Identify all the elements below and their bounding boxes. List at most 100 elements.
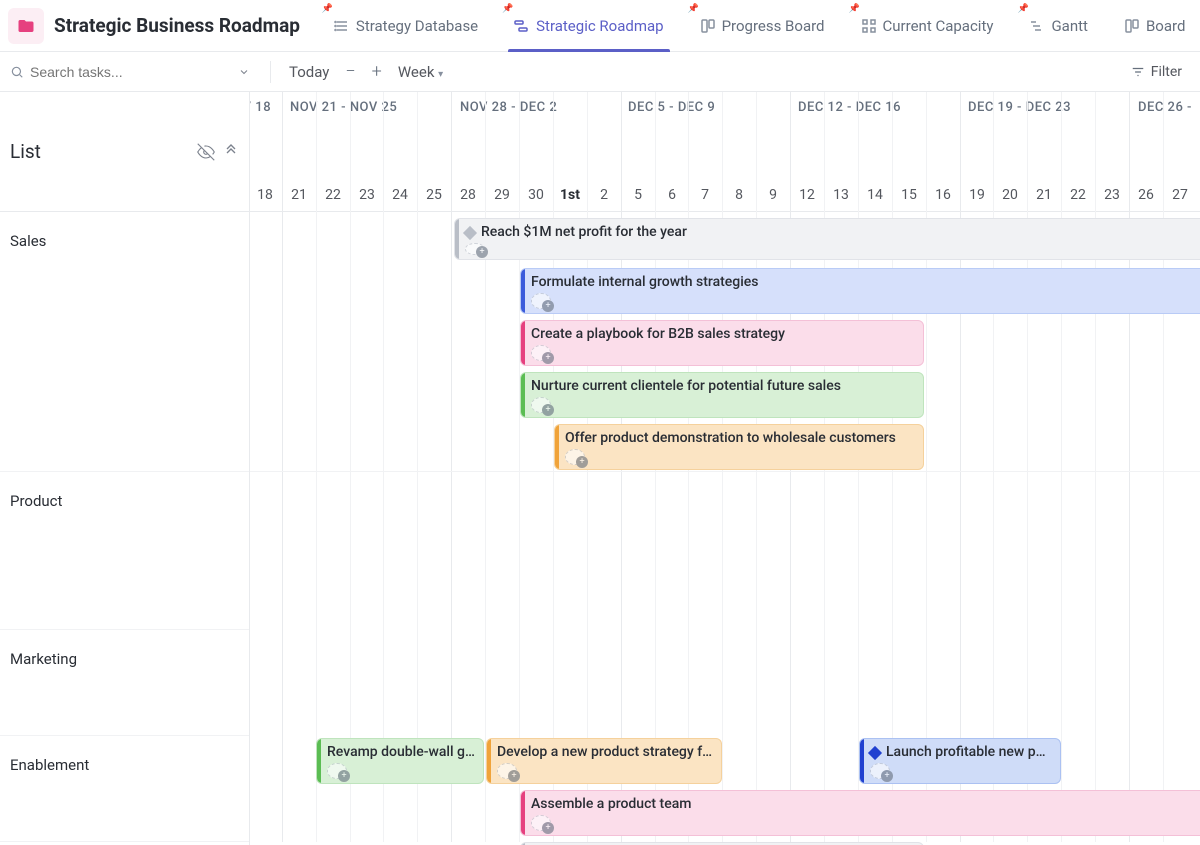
assignee-add-icon[interactable] [870,763,890,779]
zoom-in-button[interactable]: + [364,57,390,86]
day-label: 20 [1002,187,1018,203]
group-label[interactable]: Product [0,472,249,630]
tab-label: Progress Board [722,17,825,35]
day-label: 15 [901,187,917,203]
sidebar-header: List [0,92,249,212]
tab-label: Strategic Roadmap [536,17,663,35]
week-label: NOV 28 - DEC 2 [460,100,557,115]
tab-strategic-roadmap[interactable]: 📌 Strategic Roadmap [500,0,677,52]
assignee-add-icon[interactable] [531,815,551,831]
assignee-add-icon[interactable] [497,763,517,779]
day-label: 30 [528,187,544,203]
week-label: NOV 21 - NOV 25 [290,100,397,115]
week-label: / 18 [250,100,271,115]
filter-button[interactable]: Filter [1127,60,1190,84]
timeline-sidebar: List SalesProductMarketingEnablement [0,92,250,845]
collapse-icon[interactable] [223,143,239,161]
tab-label: Gantt [1051,17,1087,35]
pin-icon: 📌 [322,4,333,14]
today-button[interactable]: Today [281,59,337,85]
search-box[interactable] [10,64,260,80]
timeline-icon [514,18,530,34]
day-label: 6 [668,187,676,203]
task-bar[interactable]: Reach $1M net profit for the year [454,218,1200,260]
task-label: Formulate internal growth strategies [531,273,759,291]
task-bar[interactable]: Nurture current clientele for potential … [520,372,924,418]
day-label: 27 [1172,187,1188,203]
milestone-icon [868,746,882,760]
task-bar[interactable]: Offer product demonstration to wholesale… [554,424,924,470]
tab-progress-board[interactable]: 📌 Progress Board [686,0,839,52]
task-label: Nurture current clientele for potential … [531,377,841,395]
list-title: List [10,140,41,163]
tab-label: Board [1146,17,1185,35]
pin-icon: 📌 [1017,4,1028,14]
hide-icon[interactable] [197,143,215,161]
task-label: Revamp double-wall gl… [327,743,475,761]
task-bar[interactable]: Assemble a product team [520,790,1200,836]
tab-gantt[interactable]: 📌 Gantt [1015,0,1101,52]
assignee-add-icon[interactable] [531,397,551,413]
day-label: 21 [1036,187,1052,203]
list-icon [334,18,350,34]
zoom-out-button[interactable]: − [337,57,363,86]
tab-strategy-database[interactable]: 📌 Strategy Database [320,0,492,52]
day-label: 14 [867,187,883,203]
week-label: DEC 5 - DEC 9 [628,100,715,115]
tab-board[interactable]: Board [1110,0,1199,52]
milestone-icon [463,226,477,240]
search-icon [10,65,24,79]
assignee-add-icon[interactable] [531,293,551,309]
task-label: Offer product demonstration to wholesale… [565,429,896,447]
group-row: Reach $1M net profit for the year Formula… [250,212,1200,472]
day-label: 19 [969,187,985,203]
tab-label: Strategy Database [356,17,478,35]
assignee-add-icon[interactable] [565,449,585,465]
day-label: 2 [600,187,608,203]
task-bar[interactable]: Launch profitable new p… [859,738,1061,784]
view-tabs: 📌 Strategy Database 📌 Strategic Roadmap … [316,0,1200,52]
week-label: DEC 26 - [1138,100,1192,115]
day-label: 28 [460,187,476,203]
assignee-add-icon[interactable] [531,345,551,361]
day-label: 12 [799,187,815,203]
assignee-add-icon[interactable] [465,243,485,255]
group-label[interactable]: Sales [0,212,249,472]
day-label: 13 [833,187,849,203]
day-label: 22 [1070,187,1086,203]
task-bar[interactable]: Develop a new product strategy f… [486,738,722,784]
day-label: 22 [325,187,341,203]
day-label: 1st [560,187,580,203]
week-dropdown[interactable]: Week ▾ [390,59,451,85]
toolbar: Today − + Week ▾ Filter [0,52,1200,92]
week-label: DEC 19 - DEC 23 [968,100,1071,115]
task-bar[interactable]: Formulate internal growth strategies [520,268,1200,314]
folder-icon[interactable] [8,8,44,44]
group-label[interactable]: Marketing [0,630,249,736]
day-label: 16 [935,187,951,203]
search-input[interactable] [30,64,232,80]
tab-current-capacity[interactable]: 📌 Current Capacity [847,0,1008,52]
timeline-header: / 18 NOV 21 - NOV 25 NOV 28 - DEC 2 DEC 5 -… [250,92,1200,212]
header-bar: Strategic Business Roadmap 📌 Strategy Da… [0,0,1200,52]
day-label: 7 [701,187,709,203]
chevron-down-icon[interactable] [238,66,250,78]
timeline: List SalesProductMarketingEnablement / 1… [0,92,1200,845]
pin-icon: 📌 [849,4,860,14]
day-label: 23 [359,187,375,203]
day-label: 25 [426,187,442,203]
task-label: Create a playbook for B2B sales strategy [531,325,785,343]
task-label: Reach $1M net profit for the year [481,223,687,241]
assignee-add-icon[interactable] [327,763,347,779]
board-icon [1124,18,1140,34]
task-label: Develop a new product strategy f… [497,743,712,761]
gantt-icon [1029,18,1045,34]
task-bar[interactable]: Revamp double-wall gl… [316,738,484,784]
group-label[interactable]: Enablement [0,736,249,842]
day-label: 9 [769,187,777,203]
task-bar[interactable]: Create a playbook for B2B sales strategy [520,320,924,366]
day-label: 8 [735,187,743,203]
day-label: 24 [392,187,408,203]
day-label: 29 [494,187,510,203]
timeline-grid[interactable]: / 18 NOV 21 - NOV 25 NOV 28 - DEC 2 DEC 5 -… [250,92,1200,845]
